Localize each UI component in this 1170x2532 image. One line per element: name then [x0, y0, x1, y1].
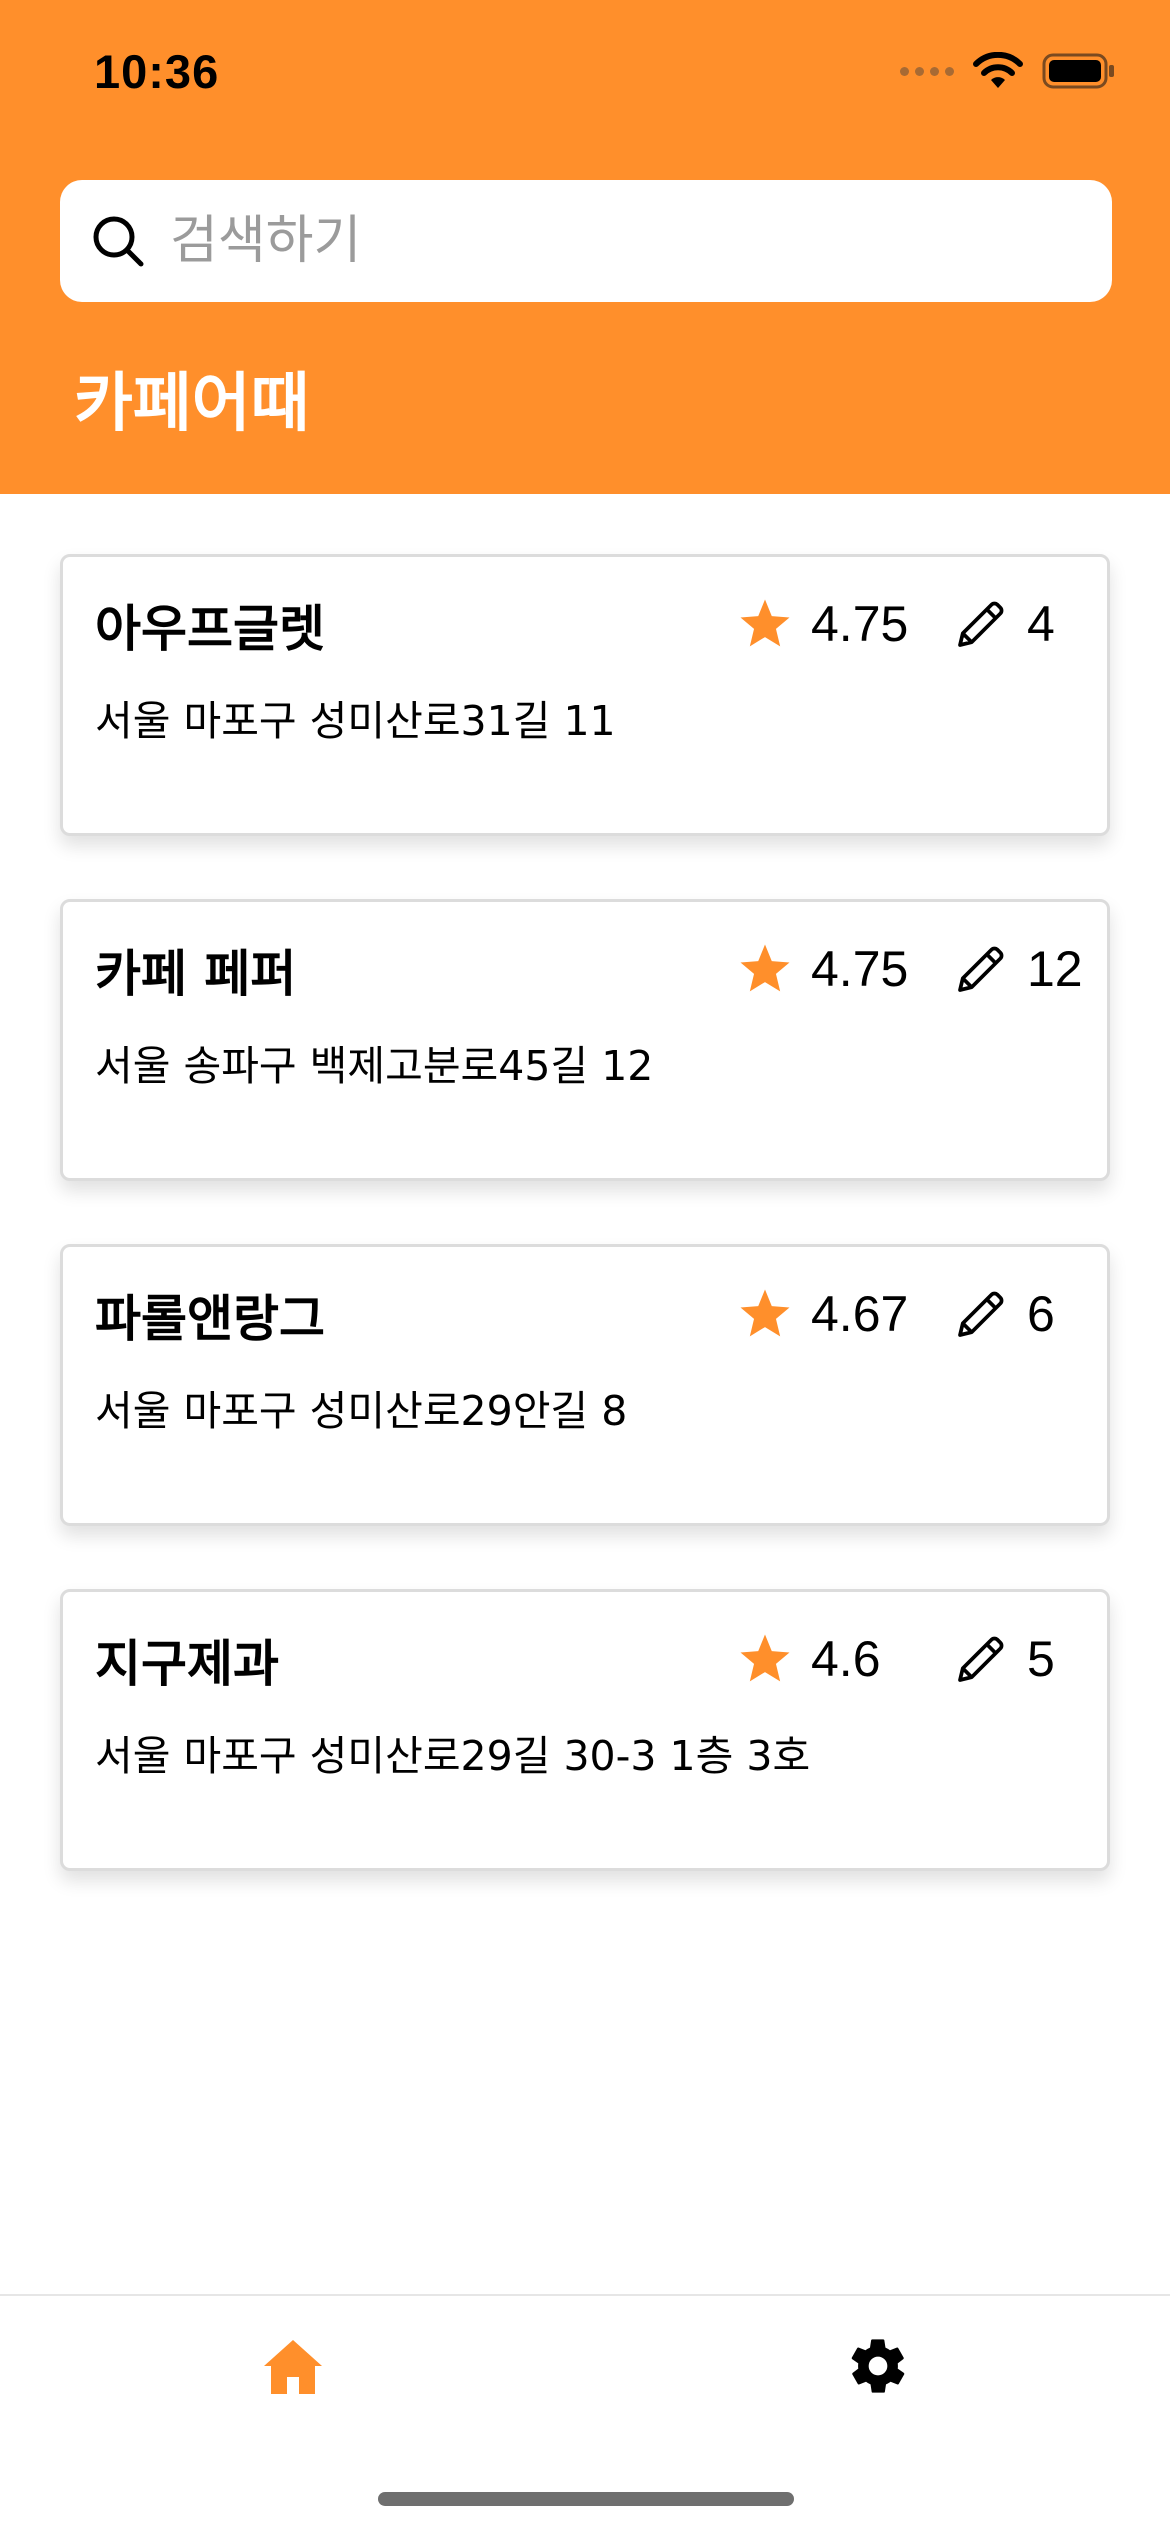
- app-title: 카페어때: [74, 367, 310, 441]
- signal-icon: [900, 66, 954, 76]
- tab-settings[interactable]: [846, 2334, 910, 2398]
- search-input[interactable]: [170, 211, 1070, 271]
- cafe-address: 서울 마포구 성미산로29안길 8: [95, 1387, 628, 1435]
- home-icon: [264, 2340, 322, 2394]
- rating-value: 4.67: [811, 1286, 909, 1342]
- status-icons: [900, 52, 1116, 90]
- rating-value: 4.75: [811, 941, 909, 997]
- cafe-address: 서울 송파구 백제고분로45길 12: [95, 1042, 654, 1090]
- cafe-address: 서울 마포구 성미산로29길 30-3 1층 3호: [95, 1732, 811, 1780]
- status-bar: 10:36: [0, 0, 1170, 150]
- star-icon: [740, 1289, 790, 1337]
- cafe-card[interactable]: 파롤앤랑그 4.67 6 서울 마포구 성미산로29안길 8: [60, 1244, 1110, 1526]
- cafe-review-count: 12: [953, 940, 1083, 998]
- cafe-rating: 4.75: [737, 940, 908, 998]
- battery-icon: [1042, 53, 1114, 89]
- cafe-card[interactable]: 카페 페퍼 4.75 12 서울 송파구 백제고분로45길 12: [60, 899, 1110, 1181]
- pencil-icon: [958, 1636, 1004, 1682]
- wifi-icon: [973, 52, 1023, 88]
- cafe-rating: 4.6: [737, 1630, 881, 1688]
- cafe-name: 파롤앤랑그: [95, 1290, 325, 1348]
- status-time: 10:36: [94, 45, 220, 98]
- header: 10:36 검색하기 카페어때: [0, 0, 1170, 494]
- pencil-icon: [958, 1291, 1004, 1337]
- cafe-list: 아우프글렛 4.75 4 서울 마포구 성미산로31길 11 카페 페퍼 4.7…: [60, 554, 1110, 1934]
- cafe-address: 서울 마포구 성미산로31길 11: [95, 697, 616, 745]
- cafe-card[interactable]: 아우프글렛 4.75 4 서울 마포구 성미산로31길 11: [60, 554, 1110, 836]
- star-icon: [740, 944, 790, 992]
- star-icon: [740, 1634, 790, 1682]
- cafe-name: 아우프글렛: [95, 600, 325, 658]
- review-count: 6: [1027, 1286, 1055, 1342]
- pencil-icon: [958, 601, 1004, 647]
- cafe-name: 카페 페퍼: [95, 945, 297, 1003]
- rating-value: 4.75: [811, 596, 909, 652]
- cafe-card[interactable]: 지구제과 4.6 5 서울 마포구 성미산로29길 30-3 1층 3호: [60, 1589, 1110, 1871]
- screen: 10:36 검색하기 카페어때 아우프글렛 4.75 4 서울 마포구 성미산로…: [0, 0, 1170, 2532]
- tab-home[interactable]: [262, 2338, 324, 2396]
- review-count: 5: [1027, 1631, 1055, 1687]
- cafe-review-count: 5: [953, 1630, 1055, 1688]
- rating-value: 4.6: [811, 1631, 881, 1687]
- gear-icon: [851, 2339, 905, 2393]
- home-indicator[interactable]: [378, 2492, 794, 2506]
- pencil-icon: [958, 946, 1004, 992]
- cafe-rating: 4.67: [737, 1285, 908, 1343]
- review-count: 12: [1027, 941, 1083, 997]
- star-icon: [740, 599, 790, 647]
- search-icon: [93, 216, 144, 267]
- cafe-review-count: 4: [953, 595, 1055, 653]
- cafe-review-count: 6: [953, 1285, 1055, 1343]
- cafe-rating: 4.75: [737, 595, 908, 653]
- cafe-name: 지구제과: [95, 1635, 279, 1693]
- review-count: 4: [1027, 596, 1055, 652]
- search-bar[interactable]: [60, 180, 1112, 302]
